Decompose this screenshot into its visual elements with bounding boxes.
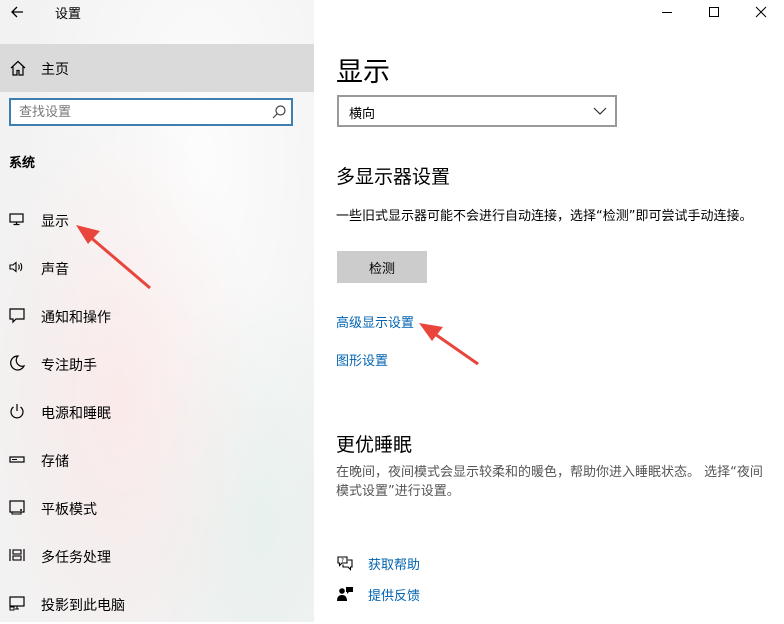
speaker-icon bbox=[9, 261, 23, 273]
tablet-icon bbox=[9, 500, 25, 515]
orientation-dropdown[interactable]: 横向 bbox=[337, 95, 617, 127]
power-icon bbox=[10, 404, 24, 419]
dropdown-value: 横向 bbox=[349, 107, 376, 122]
sidebar-item-label: 投影到此电脑 bbox=[41, 598, 125, 614]
sidebar-item-sound[interactable]: 声音 bbox=[0, 248, 314, 288]
close-button[interactable] bbox=[737, 0, 784, 24]
sidebar-item-display[interactable]: 显示 bbox=[0, 200, 314, 240]
storage-icon bbox=[9, 456, 25, 463]
notification-icon bbox=[9, 308, 25, 324]
detect-button[interactable]: 检测 bbox=[337, 251, 427, 283]
advanced-display-settings-link[interactable]: 高级显示设置 bbox=[336, 312, 414, 331]
feedback-label: 提供反馈 bbox=[368, 589, 421, 604]
sidebar: 设置 主页 系统 显示 声音 通知和操作 bbox=[0, 0, 314, 622]
window-controls bbox=[643, 0, 784, 26]
sidebar-item-notifications[interactable]: 通知和操作 bbox=[0, 296, 314, 336]
section-heading-multi-display: 多显示器设置 bbox=[336, 166, 451, 188]
monitor-icon bbox=[9, 213, 24, 226]
help-chat-icon: ? bbox=[337, 556, 353, 571]
main-content: 显示 横向 多显示器设置 一些旧式显示器可能不会进行自动连接，选择“检测”即可尝… bbox=[314, 0, 784, 622]
sidebar-item-label: 通知和操作 bbox=[41, 310, 111, 326]
sidebar-item-label: 主页 bbox=[41, 62, 69, 78]
app-title: 设置 bbox=[55, 7, 82, 22]
minimize-icon bbox=[661, 12, 672, 13]
multitask-icon bbox=[9, 549, 25, 561]
sidebar-item-project-to-pc[interactable]: 投影到此电脑 bbox=[0, 584, 314, 624]
section-heading-sleep: 更优睡眠 bbox=[336, 434, 413, 456]
multi-display-description: 一些旧式显示器可能不会进行自动连接，选择“检测”即可尝试手动连接。 bbox=[336, 209, 753, 224]
page-title: 显示 bbox=[336, 57, 390, 88]
sidebar-item-label: 电源和睡眠 bbox=[41, 406, 111, 422]
close-icon bbox=[755, 6, 766, 18]
sidebar-item-label: 显示 bbox=[41, 214, 69, 230]
feedback-icon bbox=[337, 587, 353, 601]
sidebar-item-label: 多任务处理 bbox=[41, 550, 111, 566]
sleep-description: 在晚间，夜间模式会显示较柔和的暖色，帮助你进入睡眠状态。 选择“夜间模式设置”进… bbox=[336, 465, 763, 499]
project-icon bbox=[9, 596, 25, 611]
get-help-label: 获取帮助 bbox=[368, 558, 421, 573]
section-label: 系统 bbox=[9, 156, 36, 171]
get-help-link[interactable]: ? 获取帮助 bbox=[336, 553, 476, 573]
sidebar-item-focus-assist[interactable]: 专注助手 bbox=[0, 344, 314, 384]
search-field[interactable] bbox=[9, 98, 293, 126]
sidebar-item-multitasking[interactable]: 多任务处理 bbox=[0, 536, 314, 576]
home-icon bbox=[10, 60, 26, 76]
back-arrow-icon bbox=[11, 6, 23, 18]
sidebar-item-home[interactable]: 主页 bbox=[0, 44, 314, 92]
svg-text:?: ? bbox=[341, 558, 344, 564]
search-input[interactable] bbox=[19, 103, 259, 121]
sidebar-item-label: 声音 bbox=[41, 262, 69, 278]
search-icon[interactable] bbox=[271, 104, 287, 120]
sidebar-item-label: 专注助手 bbox=[41, 358, 97, 374]
sidebar-item-tablet-mode[interactable]: 平板模式 bbox=[0, 488, 314, 528]
moon-icon bbox=[10, 355, 26, 371]
maximize-button[interactable] bbox=[690, 0, 737, 24]
maximize-icon bbox=[708, 7, 719, 17]
sidebar-item-power[interactable]: 电源和睡眠 bbox=[0, 392, 314, 432]
back-button[interactable] bbox=[6, 1, 28, 23]
minimize-button[interactable] bbox=[643, 0, 690, 24]
sidebar-item-storage[interactable]: 存储 bbox=[0, 440, 314, 480]
sidebar-item-label: 平板模式 bbox=[41, 502, 97, 518]
sidebar-item-label: 存储 bbox=[41, 454, 69, 470]
chevron-down-icon bbox=[593, 107, 607, 115]
titlebar-left: 设置 bbox=[0, 0, 314, 26]
graphics-settings-link[interactable]: 图形设置 bbox=[336, 350, 388, 369]
feedback-link[interactable]: 提供反馈 bbox=[336, 584, 476, 604]
